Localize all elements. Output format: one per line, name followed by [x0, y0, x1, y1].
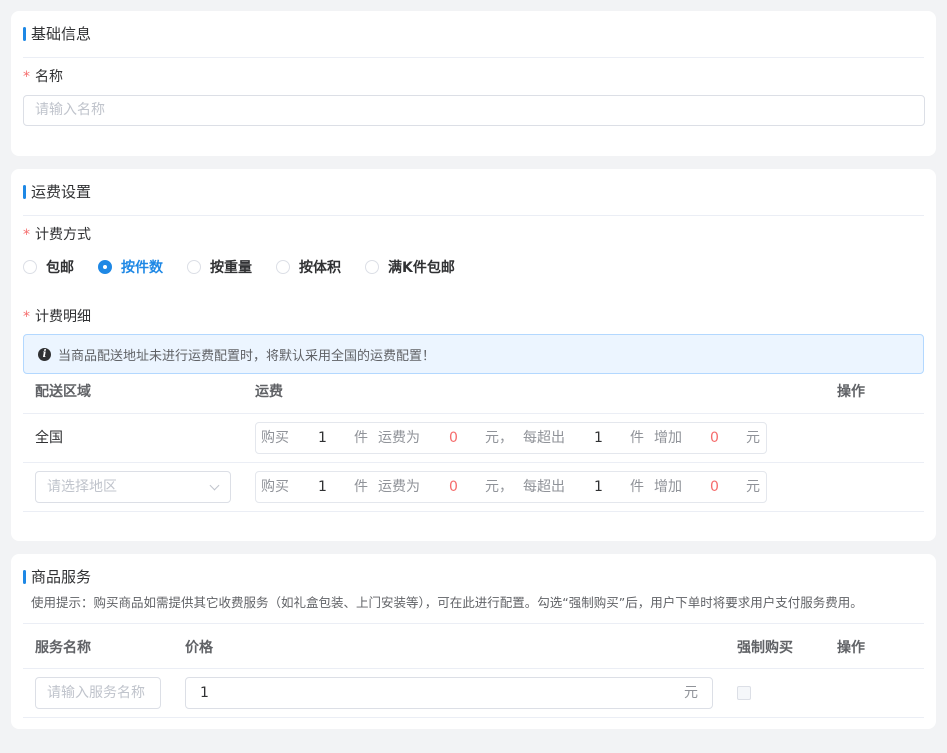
- shipping-header: 运费设置: [23, 181, 924, 216]
- currency-label: 元，: [485, 430, 513, 446]
- shipping-title: 运费设置: [31, 183, 92, 201]
- required-mark: *: [23, 309, 30, 325]
- radio-label: 按重量: [210, 260, 252, 276]
- basic-info-card: 基础信息 * 名称 请输入名称: [11, 11, 936, 156]
- section-accent-bar: [23, 27, 26, 41]
- header-region: 配送区域: [35, 384, 91, 400]
- buy-label: 购买: [261, 430, 289, 446]
- region-nationwide: 全国: [35, 430, 63, 446]
- row-divider: [23, 511, 924, 512]
- fee-label: 运费为: [378, 479, 420, 495]
- billing-detail-label: * 计费明细: [23, 307, 91, 327]
- billing-method-label: * 计费方式: [23, 225, 91, 245]
- row-divider: [23, 462, 924, 463]
- radio-by-quantity[interactable]: 按件数: [98, 257, 163, 277]
- add-currency-label: 元: [746, 479, 760, 495]
- radio-label: 包邮: [46, 260, 74, 276]
- name-label: * 名称: [23, 67, 63, 87]
- region-select[interactable]: 请选择地区: [35, 471, 231, 503]
- add-fee-input[interactable]: 0: [710, 423, 719, 453]
- name-input[interactable]: 请输入名称: [23, 95, 925, 126]
- basic-info-title: 基础信息: [31, 25, 92, 43]
- radio-label: 按体积: [299, 260, 341, 276]
- row-divider: [23, 717, 924, 718]
- region-select-placeholder: 请选择地区: [47, 479, 117, 495]
- price-input[interactable]: 1 元: [185, 677, 713, 709]
- header-force-buy: 强制购买: [737, 640, 793, 656]
- header-action: 操作: [837, 384, 865, 400]
- radio-free-shipping[interactable]: 包邮: [23, 257, 74, 277]
- radio-label: 满K件包邮: [388, 260, 455, 276]
- add-currency-label: 元: [746, 430, 760, 446]
- billing-detail-label-text: 计费明细: [35, 309, 91, 325]
- over-unit-label: 件: [630, 479, 644, 495]
- header-service-name: 服务名称: [35, 640, 91, 656]
- row-divider: [23, 623, 924, 624]
- each-over-label: 每超出: [523, 430, 565, 446]
- billing-method-radio-group: 包邮 按件数 按重量 按体积 满K件包邮: [23, 257, 479, 277]
- add-fee-input[interactable]: 0: [710, 472, 719, 502]
- services-card: 商品服务 使用提示：购买商品如需提供其它收费服务（如礼盒包装、上门安装等），可在…: [11, 554, 936, 729]
- name-label-text: 名称: [35, 69, 63, 85]
- radio-circle[interactable]: [276, 260, 290, 274]
- unit-label: 件: [354, 479, 368, 495]
- basic-info-header: 基础信息: [23, 23, 924, 58]
- fee-config-row: 购买 1 件 运费为 0 元， 每超出 1 件 增加 0 元: [255, 471, 767, 503]
- fee-input[interactable]: 0: [449, 472, 458, 502]
- buy-qty-input[interactable]: 1: [318, 472, 327, 502]
- radio-circle[interactable]: [23, 260, 37, 274]
- buy-qty-input[interactable]: 1: [318, 423, 327, 453]
- shipping-notice-alert: i 当商品配送地址未进行运费配置时，将默认采用全国的运费配置！: [23, 334, 924, 374]
- shipping-card: 运费设置 * 计费方式 包邮 按件数 按重量 按体积 满K件包邮 * 计费明细 i …: [11, 169, 936, 541]
- price-unit: 元: [684, 685, 698, 701]
- radio-circle[interactable]: [98, 260, 112, 274]
- required-mark: *: [23, 227, 30, 243]
- info-icon: i: [38, 347, 51, 361]
- over-qty-input[interactable]: 1: [594, 423, 603, 453]
- radio-by-weight[interactable]: 按重量: [187, 257, 252, 277]
- header-action: 操作: [837, 640, 865, 656]
- price-value: 1: [200, 685, 209, 701]
- services-title: 商品服务: [31, 568, 92, 586]
- radio-label: 按件数: [121, 260, 163, 276]
- required-mark: *: [23, 69, 30, 85]
- fee-input[interactable]: 0: [449, 423, 458, 453]
- row-divider: [23, 668, 924, 669]
- chevron-down-icon: [209, 480, 220, 491]
- fee-config-row: 购买 1 件 运费为 0 元， 每超出 1 件 增加 0 元: [255, 422, 767, 454]
- services-tip: 使用提示：购买商品如需提供其它收费服务（如礼盒包装、上门安装等），可在此进行配置…: [31, 595, 863, 610]
- header-fee: 运费: [255, 384, 283, 400]
- radio-free-over-k[interactable]: 满K件包邮: [365, 257, 455, 277]
- shipping-notice-text: 当商品配送地址未进行运费配置时，将默认采用全国的运费配置！: [58, 348, 436, 364]
- each-over-label: 每超出: [523, 479, 565, 495]
- currency-label: 元，: [485, 479, 513, 495]
- fee-label: 运费为: [378, 430, 420, 446]
- radio-circle[interactable]: [187, 260, 201, 274]
- over-qty-input[interactable]: 1: [594, 472, 603, 502]
- radio-circle[interactable]: [365, 260, 379, 274]
- force-buy-checkbox[interactable]: [737, 686, 751, 700]
- over-unit-label: 件: [630, 430, 644, 446]
- section-accent-bar: [23, 185, 26, 199]
- row-divider: [23, 413, 924, 414]
- header-price: 价格: [185, 640, 213, 656]
- service-name-input[interactable]: 请输入服务名称: [35, 677, 161, 709]
- billing-method-label-text: 计费方式: [35, 227, 91, 243]
- buy-label: 购买: [261, 479, 289, 495]
- add-label: 增加: [654, 430, 682, 446]
- section-accent-bar: [23, 570, 26, 584]
- radio-by-volume[interactable]: 按体积: [276, 257, 341, 277]
- unit-label: 件: [354, 430, 368, 446]
- add-label: 增加: [654, 479, 682, 495]
